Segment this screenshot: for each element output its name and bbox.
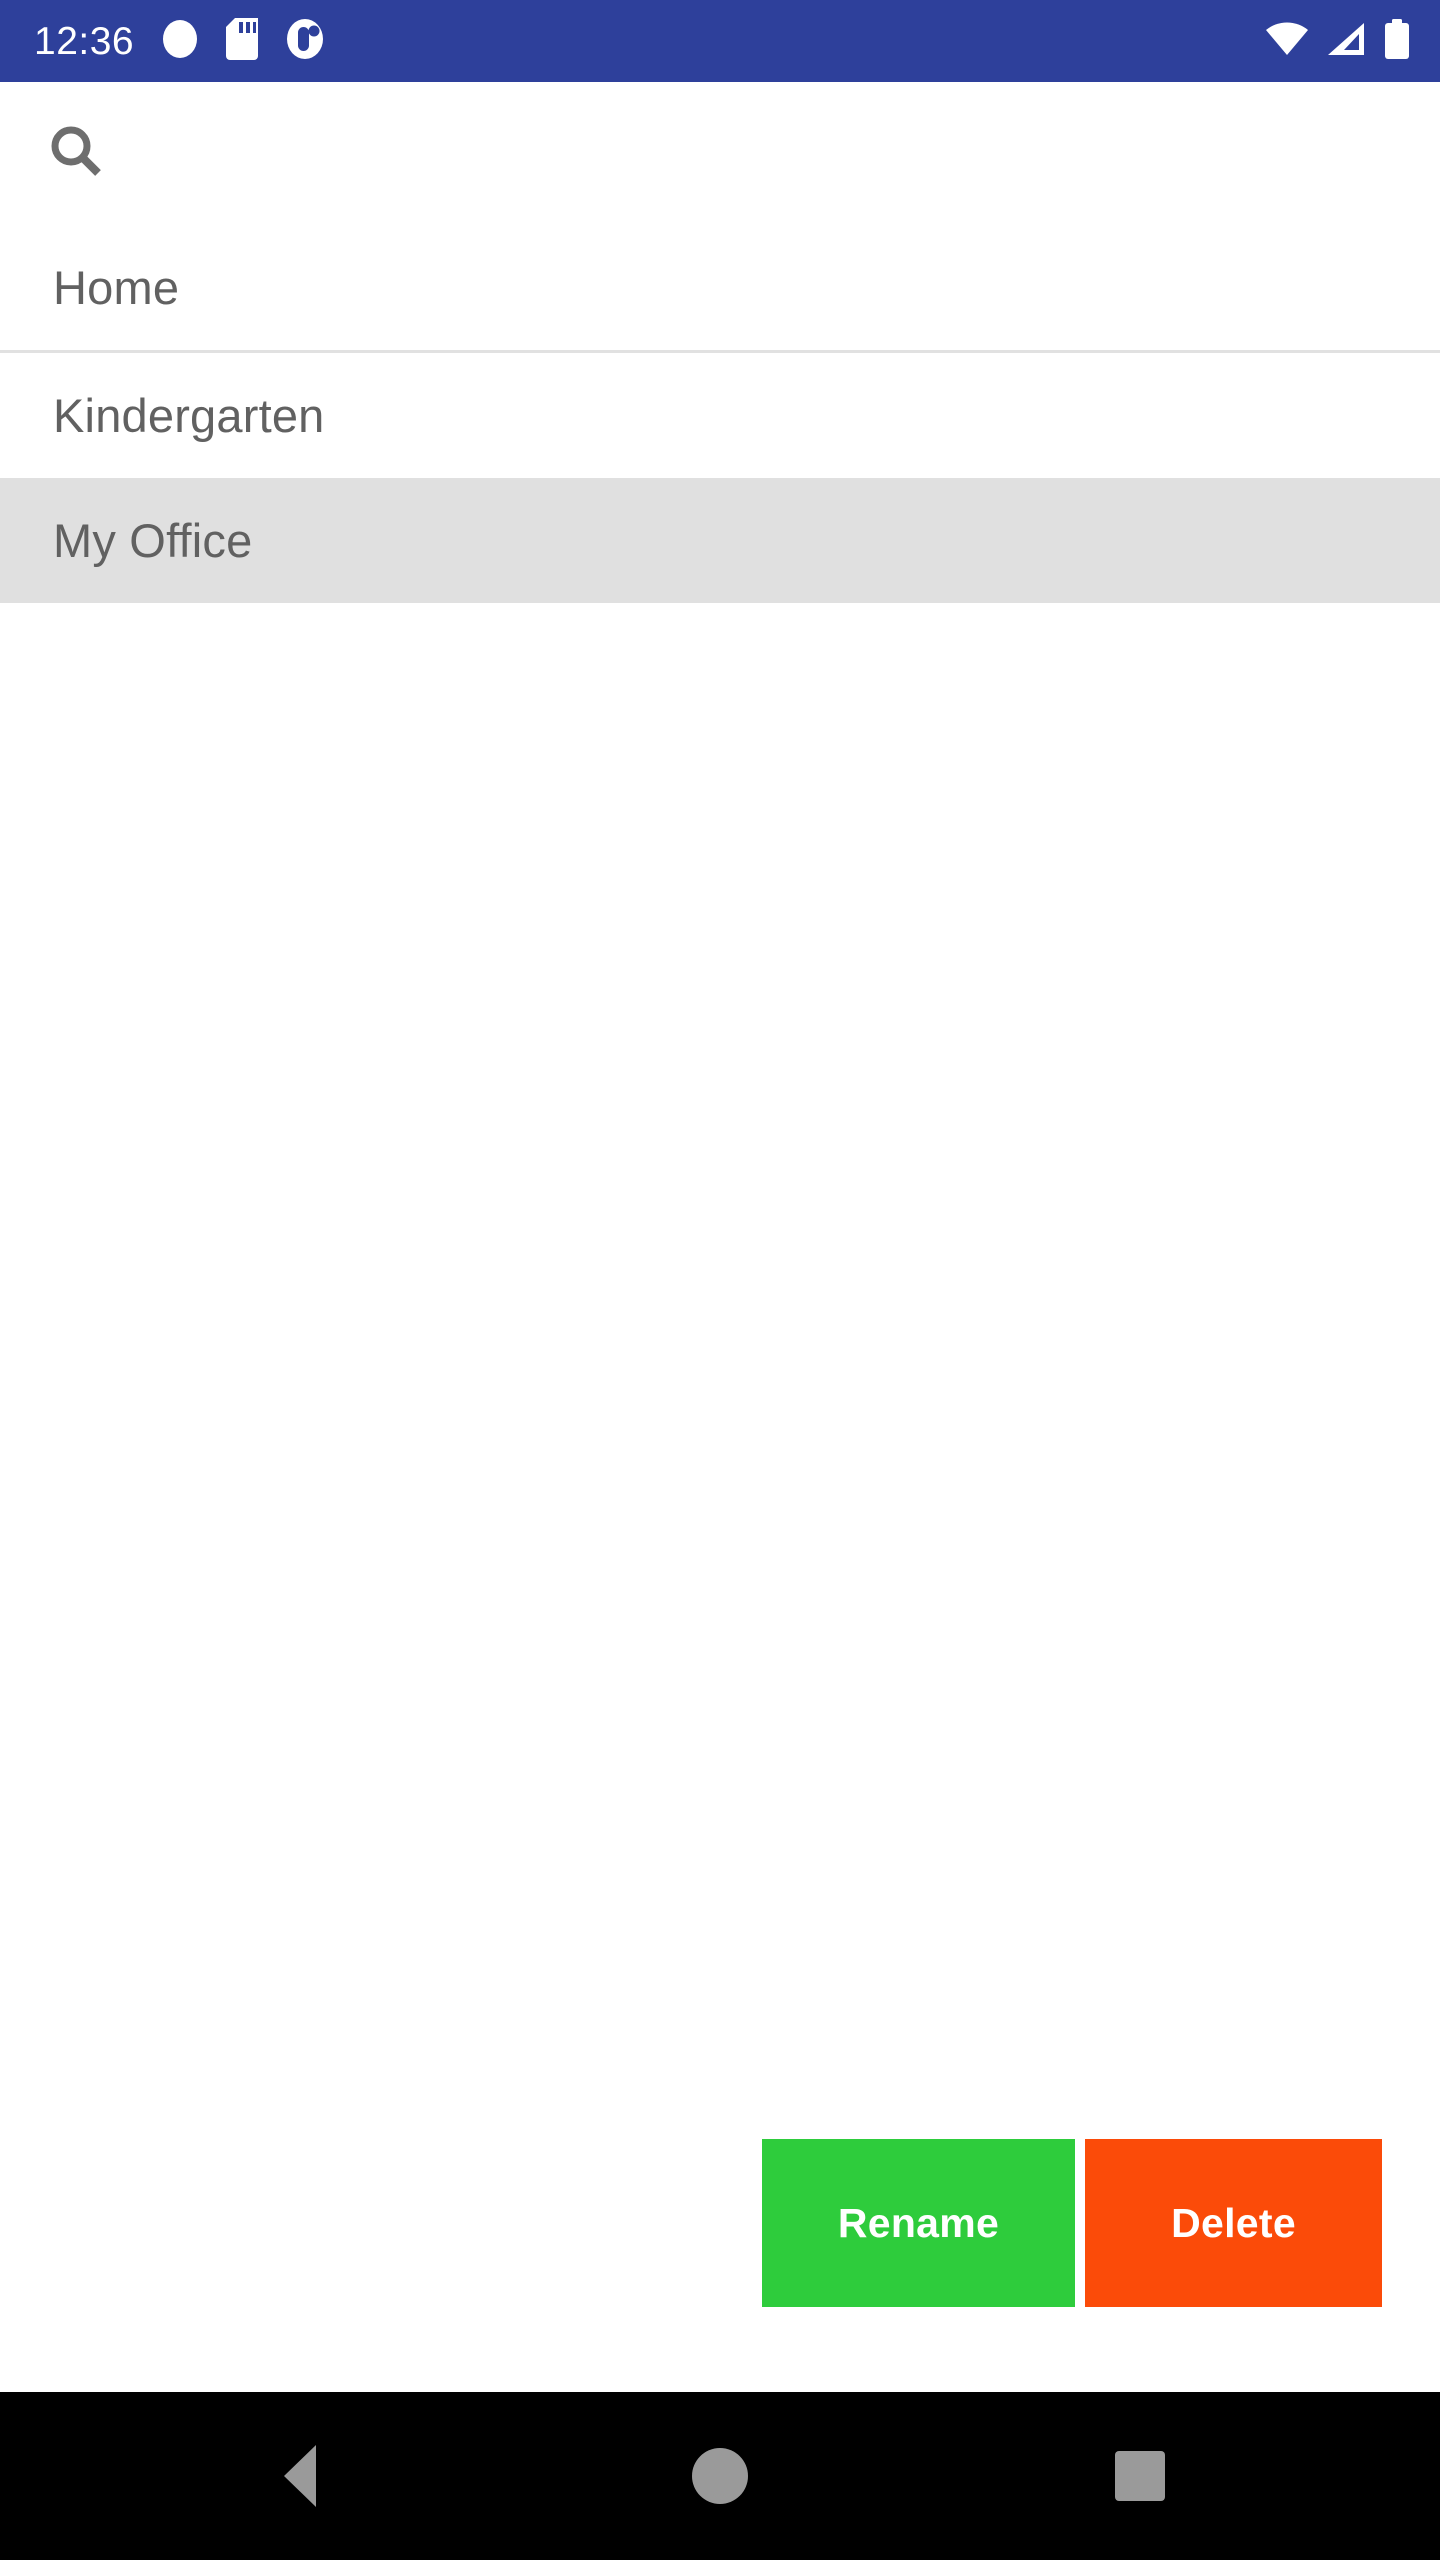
content-empty-area	[0, 603, 1440, 2139]
back-button[interactable]	[225, 2416, 375, 2536]
search-bar[interactable]	[0, 82, 1440, 225]
list-item-label: My Office	[53, 514, 253, 567]
wifi-icon	[1266, 21, 1308, 61]
search-input-wrapper[interactable]	[48, 123, 1440, 184]
status-bar-clock: 12:36	[34, 19, 135, 63]
folder-list: Home Kindergarten My Office	[0, 225, 1440, 603]
status-bar-left: 12:36	[34, 17, 324, 65]
home-button[interactable]	[645, 2416, 795, 2536]
list-item-label: Kindergarten	[53, 389, 325, 442]
action-button-bar: Rename Delete	[0, 2139, 1440, 2392]
recents-square-icon	[1115, 2451, 1165, 2501]
search-input[interactable]	[126, 123, 1440, 184]
delete-button[interactable]: Delete	[1085, 2139, 1382, 2307]
sd-card-icon	[226, 17, 259, 65]
battery-icon	[1384, 18, 1410, 64]
app-screen: 12:36 Home Kindergarten My Office Rename…	[0, 0, 1440, 2560]
rename-button[interactable]: Rename	[762, 2139, 1075, 2307]
notification-badge-icon	[286, 18, 324, 65]
list-item-my-office[interactable]: My Office	[0, 478, 1440, 603]
search-icon[interactable]	[48, 123, 104, 184]
home-circle-icon	[692, 2448, 748, 2504]
list-item-label: Home	[53, 261, 180, 314]
list-item-kindergarten[interactable]: Kindergarten	[0, 353, 1440, 478]
circle-indicator-icon	[162, 19, 198, 64]
status-bar: 12:36	[0, 0, 1440, 82]
list-item-home[interactable]: Home	[0, 225, 1440, 350]
back-triangle-icon	[284, 2445, 316, 2507]
recents-button[interactable]	[1065, 2416, 1215, 2536]
android-navigation-bar	[0, 2392, 1440, 2560]
cellular-signal-icon	[1326, 22, 1366, 61]
status-bar-right	[1266, 18, 1410, 64]
